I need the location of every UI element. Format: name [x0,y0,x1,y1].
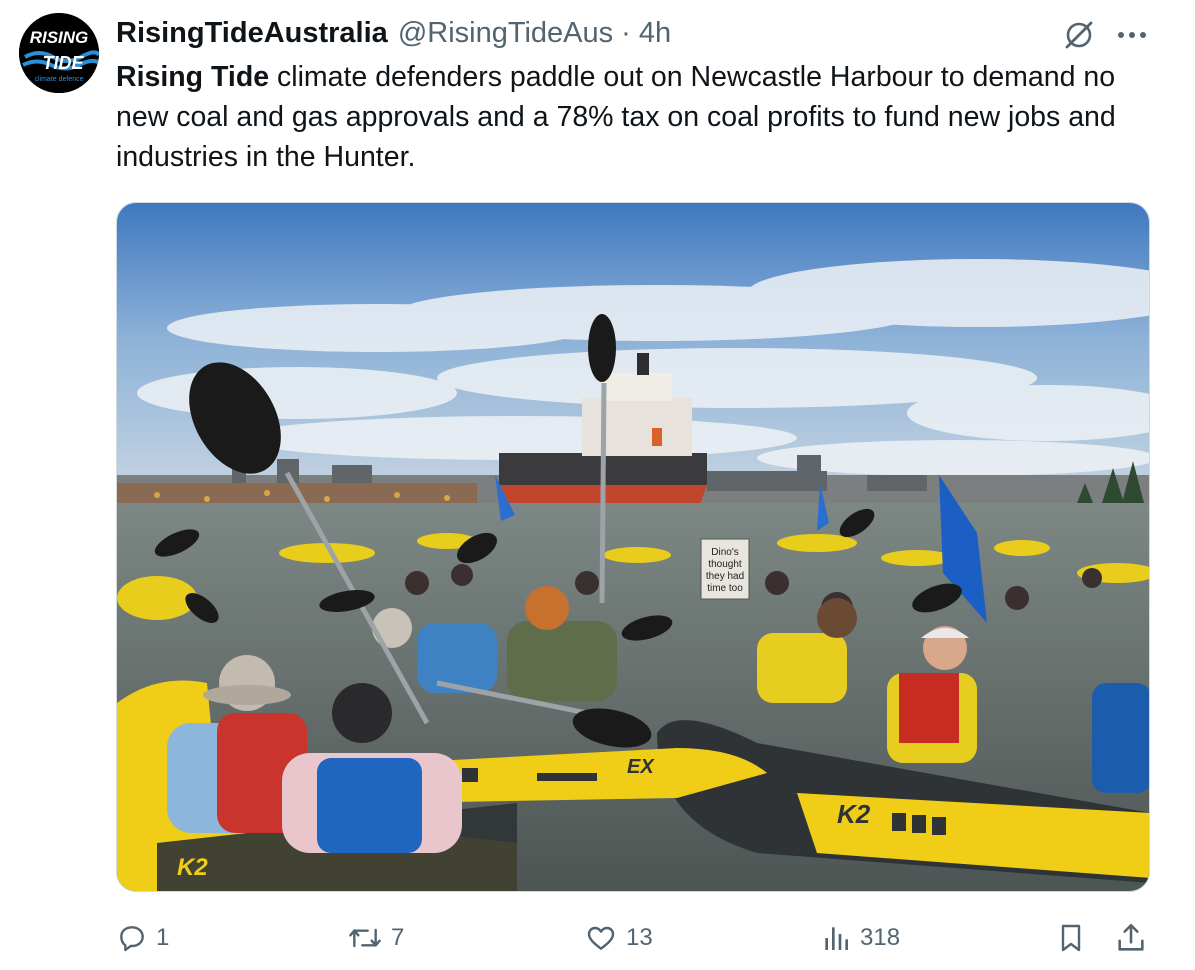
kayak-left-brand: K2 [177,854,208,881]
tweet-actions: 1 7 13 318 [0,912,1195,964]
author-handle[interactable]: @RisingTideAus [398,17,613,50]
avatar-text-rising: RISING [30,28,89,47]
author-name[interactable]: RisingTideAustralia [116,17,388,50]
grok-icon [1065,21,1093,49]
sign-line-1: Dino's [711,547,738,558]
kayak-right-brand: K2 [837,799,871,829]
reply-count: 1 [156,924,170,951]
kayak-center-text: EX [627,756,655,778]
kayak-protest-photo: Dino's thought they had time too K2 EX K… [117,203,1149,891]
like-button[interactable]: 13 [584,912,653,964]
views-icon [825,927,848,950]
more-options-button[interactable] [1110,14,1154,56]
bookmark-icon [1061,924,1081,952]
share-button[interactable] [1114,912,1148,964]
protest-sign: Dino's thought they had time too [700,538,750,600]
author-avatar[interactable]: RISING TIDE climate defence [19,13,99,93]
header-separator: · [621,16,631,49]
like-count: 13 [626,924,653,951]
retweet-icon [349,928,381,948]
more-icon [1118,32,1146,38]
tweet-timestamp[interactable]: 4h [639,17,671,50]
reply-icon [120,926,144,952]
tweet-text: Rising Tide climate defenders paddle out… [116,57,1156,177]
bookmark-button[interactable] [1055,912,1087,964]
tweet-text-bold: Rising Tide [116,61,270,93]
grok-button[interactable] [1058,14,1100,56]
share-icon [1118,923,1144,951]
avatar-text-tide: TIDE [42,53,84,73]
retweet-button[interactable]: 7 [347,912,404,964]
like-icon [587,926,615,950]
sign-line-4: time too [707,583,743,594]
retweet-count: 7 [391,924,405,951]
sign-line-2: thought [708,559,742,570]
sign-line-3: they had [706,571,744,582]
tweet-photo[interactable]: Dino's thought they had time too K2 EX K… [116,202,1150,892]
views-button[interactable]: 318 [820,912,900,964]
avatar-text-tagline: climate defence [34,76,83,83]
tweet-header: RisingTideAustralia @RisingTideAus · 4h [116,14,671,52]
views-count: 318 [860,924,901,951]
reply-button[interactable]: 1 [116,912,169,964]
